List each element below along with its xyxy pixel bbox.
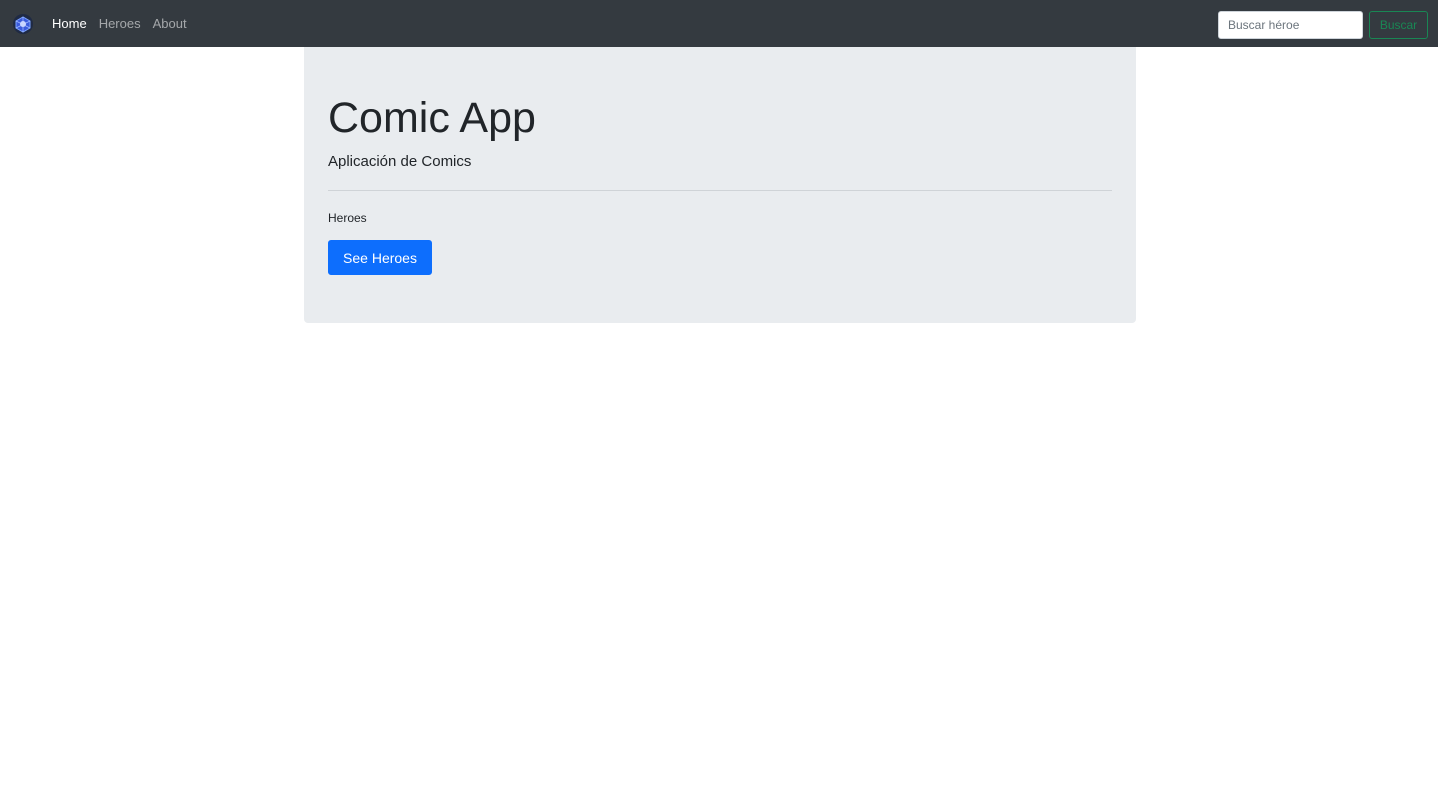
section-label: Heroes — [328, 211, 367, 225]
page-subtitle: Aplicación de Comics — [328, 153, 472, 170]
nav-link-heroes[interactable]: Heroes — [99, 17, 141, 30]
nav-link-home[interactable]: Home — [52, 17, 87, 30]
jumbotron: Comic App Aplicación de Comics Heroes Se… — [304, 47, 1136, 323]
see-heroes-button[interactable]: See Heroes — [328, 240, 432, 275]
search-form: Buscar — [1218, 11, 1428, 39]
page-title: Comic App — [328, 94, 536, 142]
search-button[interactable]: Buscar — [1369, 11, 1428, 39]
divider — [328, 190, 1112, 191]
search-input[interactable] — [1218, 11, 1363, 39]
nav-links: Home Heroes About — [52, 0, 187, 47]
nav-link-about[interactable]: About — [153, 17, 187, 30]
comic-logo-icon[interactable] — [12, 13, 34, 35]
top-navbar: Home Heroes About Buscar — [0, 0, 1438, 47]
